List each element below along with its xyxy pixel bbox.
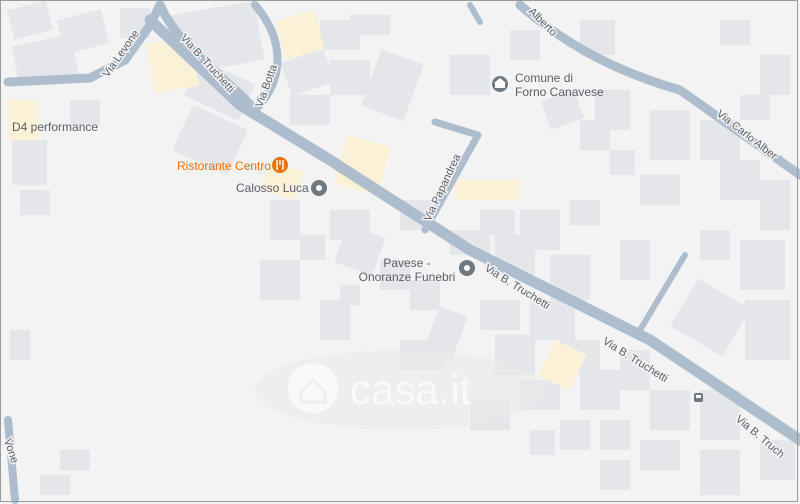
poi-calosso-label: Calosso Luca (236, 181, 309, 195)
poi-pavese-line2: Onoranze Funebri (359, 270, 456, 284)
watermark-text: casa.it (350, 366, 472, 413)
house-icon (288, 363, 338, 413)
bus-stop-icon[interactable] (694, 393, 703, 402)
poi-comune-line2: Forno Canavese (515, 85, 604, 99)
poi-comune-line1: Comune di (515, 71, 573, 85)
poi-d4[interactable]: D4 performance (12, 120, 98, 134)
poi-ristorante-label: Ristorante Centro (177, 159, 271, 173)
poi-calosso[interactable]: Calosso Luca (236, 180, 327, 196)
poi-pavese-line1: Pavese - (383, 256, 430, 270)
map-canvas[interactable]: Via Levone Via Botta Via B. Truchetti Vi… (0, 0, 800, 504)
watermark: casa.it (255, 350, 545, 430)
poi-d4-label: D4 performance (12, 120, 98, 134)
